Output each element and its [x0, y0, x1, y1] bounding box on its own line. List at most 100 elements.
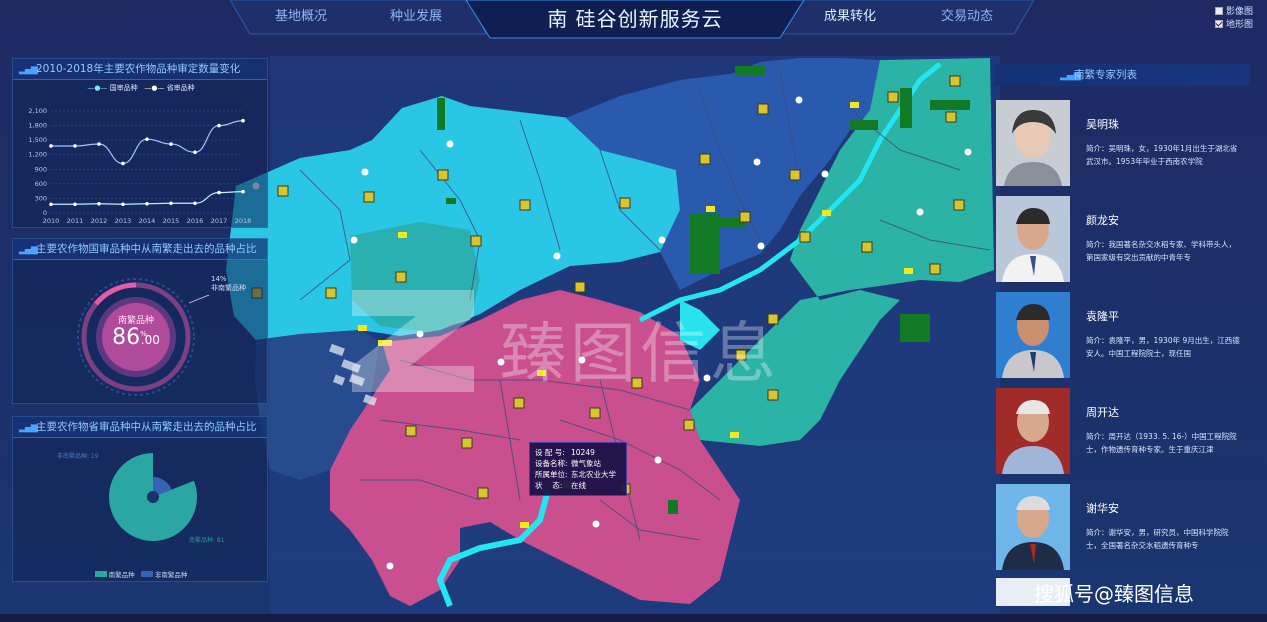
gauge-callout-label: 非南繁品种 — [211, 284, 246, 292]
data-point[interactable] — [121, 202, 125, 207]
panel-title: ▂▄▆南繁专家列表 — [994, 64, 1250, 87]
data-point[interactable] — [73, 202, 77, 207]
checkbox-imagery[interactable] — [1215, 6, 1223, 15]
data-point[interactable] — [49, 202, 53, 207]
gauge-value-int: 86 — [112, 325, 141, 350]
panel-title-text: 主要农作物国审品种中从南繁走出去的品种占比 — [36, 243, 257, 255]
data-point[interactable] — [121, 161, 125, 166]
data-point[interactable] — [193, 150, 197, 155]
data-point[interactable] — [217, 123, 221, 128]
expert-card[interactable]: 周开达 简介：周开达（1933. 5. 16-）中国工程院院士，作物遗传育种专家… — [996, 384, 1248, 478]
panel-national-share: ▂▄▆主要农作物国审品种中从南繁走出去的品种占比 14% 非南繁品种 南繁品种 … — [12, 238, 268, 404]
tooltip-row: 状 态: 在线 — [535, 480, 621, 491]
bar-chart-icon: ▂▄▆ — [1060, 71, 1081, 81]
pie-hole — [147, 491, 159, 503]
source-watermark: 搜狐号@臻图信息 — [1034, 582, 1194, 606]
expert-bio: 简介：袁隆平，男，1930年 9月出生，江西德安人。中国工程院院士，现任国 — [1086, 336, 1240, 358]
expert-card[interactable]: 吴明珠 简介：吴明珠，女，1930年1月出生于湖北省武汉市。1953年毕业于西南… — [996, 96, 1248, 190]
tooltip-value: 在线 — [571, 481, 586, 490]
panel-title: ▂▄▆主要农作物国审品种中从南繁走出去的品种占比 — [13, 239, 267, 260]
panel-title: ▂▄▆主要农作物省审品种中从南繁走出去的品种占比 — [13, 417, 267, 438]
bar-chart-icon: ▂▄▆ — [19, 245, 38, 255]
y-tick-label: 1,800 — [28, 122, 47, 130]
expert-card[interactable]: 颜龙安 简介：我国著名杂交水稻专家、学科带头人，第国家级有突出贡献的中青年专 — [996, 192, 1248, 286]
tooltip-key: 状 态: — [535, 481, 563, 490]
x-tick-label: 2010 — [43, 217, 60, 225]
bar-chart-icon: ▂▄▆ — [19, 423, 38, 433]
expert-name: 袁隆平 — [1086, 310, 1119, 323]
x-tick-label: 2012 — [91, 217, 108, 225]
page-title: 南 硅谷创新服务云 — [547, 7, 723, 31]
nav-item-trade[interactable]: 交易动态 — [924, 0, 1010, 34]
nav-item-achievements[interactable]: 成果转化 — [808, 0, 892, 34]
panel-provincial-share: ▂▄▆主要农作物省审品种中从南繁走出去的品种占比 非南繁品种: 19 南繁品种:… — [12, 416, 268, 582]
layer-option-terrain[interactable]: 地形图 — [1215, 17, 1261, 30]
legend-label-nanfan: 南繁品种 — [108, 571, 135, 579]
layer-option-imagery[interactable]: 影像图 — [1215, 4, 1261, 17]
x-tick-label: 2016 — [187, 217, 204, 225]
layer-label-terrain: 地形图 — [1226, 20, 1254, 30]
data-point[interactable] — [241, 189, 245, 194]
pie-label-nanfan: 南繁品种: 81 — [189, 537, 225, 544]
layer-toggle: 影像图 地形图 — [1215, 4, 1261, 30]
x-tick-label: 2011 — [67, 217, 84, 225]
gauge-value-decimal: .00 — [140, 333, 160, 347]
data-point[interactable] — [169, 142, 173, 146]
x-tick-label: 2014 — [139, 217, 156, 225]
avatar — [996, 484, 1070, 570]
legend-marker-national: —●— — [87, 84, 108, 92]
data-point[interactable] — [193, 201, 197, 206]
panel-title-text: 2010-2018年主要农作物品种审定数量变化 — [36, 63, 241, 75]
legend-marker-provincial: —●— — [144, 84, 165, 92]
nav-item-seed-industry[interactable]: 种业发展 — [370, 0, 462, 34]
expert-card[interactable]: 谢华安 简介：谢华安，男，研究员，中国科学院院士，全国著名杂交水稻遗传育种专 — [996, 480, 1248, 574]
y-tick-label: 300 — [35, 194, 47, 202]
tooltip-row: 设 配 号: 10249 — [535, 447, 621, 458]
tooltip-value: 东北农业大学 — [571, 470, 616, 479]
data-point[interactable] — [145, 137, 149, 141]
y-tick-label: 600 — [35, 180, 47, 188]
layer-label-imagery: 影像图 — [1226, 7, 1254, 17]
legend-swatch-other — [140, 571, 153, 577]
data-point[interactable] — [241, 118, 245, 123]
x-tick-label: 2018 — [235, 217, 252, 225]
tooltip-key: 所属单位: — [535, 470, 568, 479]
data-point[interactable] — [73, 144, 77, 148]
gauge-center-value: 86%.00 — [13, 325, 259, 350]
tooltip-value: 10249 — [571, 448, 595, 457]
data-point[interactable] — [97, 201, 101, 206]
expert-name: 谢华安 — [1086, 502, 1119, 515]
data-point[interactable] — [49, 144, 53, 148]
expert-bio: 简介：吴明珠，女，1930年1月出生于湖北省武汉市。1953年毕业于西南农学院 — [1086, 144, 1238, 166]
device-tooltip: 设 配 号: 10249 设备名称: 微气象站 所属单位: 东北农业大学 状 态: 在线 — [529, 442, 627, 496]
panel-approval-trend: ▂▄▆2010-2018年主要农作物品种审定数量变化 —●— 国审品种 —●— … — [12, 58, 268, 228]
checkbox-terrain[interactable] — [1215, 19, 1223, 28]
panel-title-text: 主要农作物省审品种中从南繁走出去的品种占比 — [36, 421, 257, 433]
data-point[interactable] — [145, 201, 149, 206]
tooltip-value: 微气象站 — [571, 459, 601, 468]
data-point[interactable] — [169, 201, 173, 206]
y-tick-label: 1,500 — [28, 136, 47, 144]
line-chart: 2,100 1,800 1,500 1,200 900 600 300 02010 2011 20… — [28, 107, 252, 225]
expert-bio: 简介：谢华安，男，研究员，中国科学院院士，全国著名杂交水稻遗传育种专 — [1086, 528, 1229, 550]
data-point[interactable] — [217, 190, 221, 195]
x-tick-label: 2015 — [163, 217, 180, 225]
expert-name: 颜龙安 — [1086, 214, 1119, 227]
panel-title-text: 南繁专家列表 — [1074, 69, 1137, 81]
avatar — [996, 388, 1070, 474]
avatar — [996, 100, 1070, 186]
nav-item-base-overview[interactable]: 基地概况 — [258, 0, 344, 34]
legend-label-other: 非南繁品种 — [154, 571, 188, 579]
rose-pie-chart — [109, 453, 197, 541]
data-point[interactable] — [97, 142, 101, 146]
y-tick-label: 2,100 — [28, 107, 47, 115]
x-tick-label: 2017 — [211, 217, 228, 225]
y-tick-label: 1,200 — [28, 151, 47, 159]
expert-bio: 简介：我国著名杂交水稻专家、学科带头人，第国家级有突出贡献的中青年专 — [1086, 240, 1236, 262]
tooltip-key: 设 配 号: — [535, 448, 565, 457]
chart-legend: —●— 国审品种 —●— 省审品种 — [13, 83, 269, 93]
y-tick-label: 900 — [35, 165, 47, 173]
legend-label-provincial: 省审品种 — [166, 84, 195, 92]
expert-bio: 简介：周开达（1933. 5. 16-）中国工程院院士，作物遗传育种专家。生于重… — [1086, 432, 1237, 454]
expert-card[interactable]: 袁隆平 简介：袁隆平，男，1930年 9月出生，江西德安人。中国工程院院士，现任… — [996, 288, 1248, 382]
